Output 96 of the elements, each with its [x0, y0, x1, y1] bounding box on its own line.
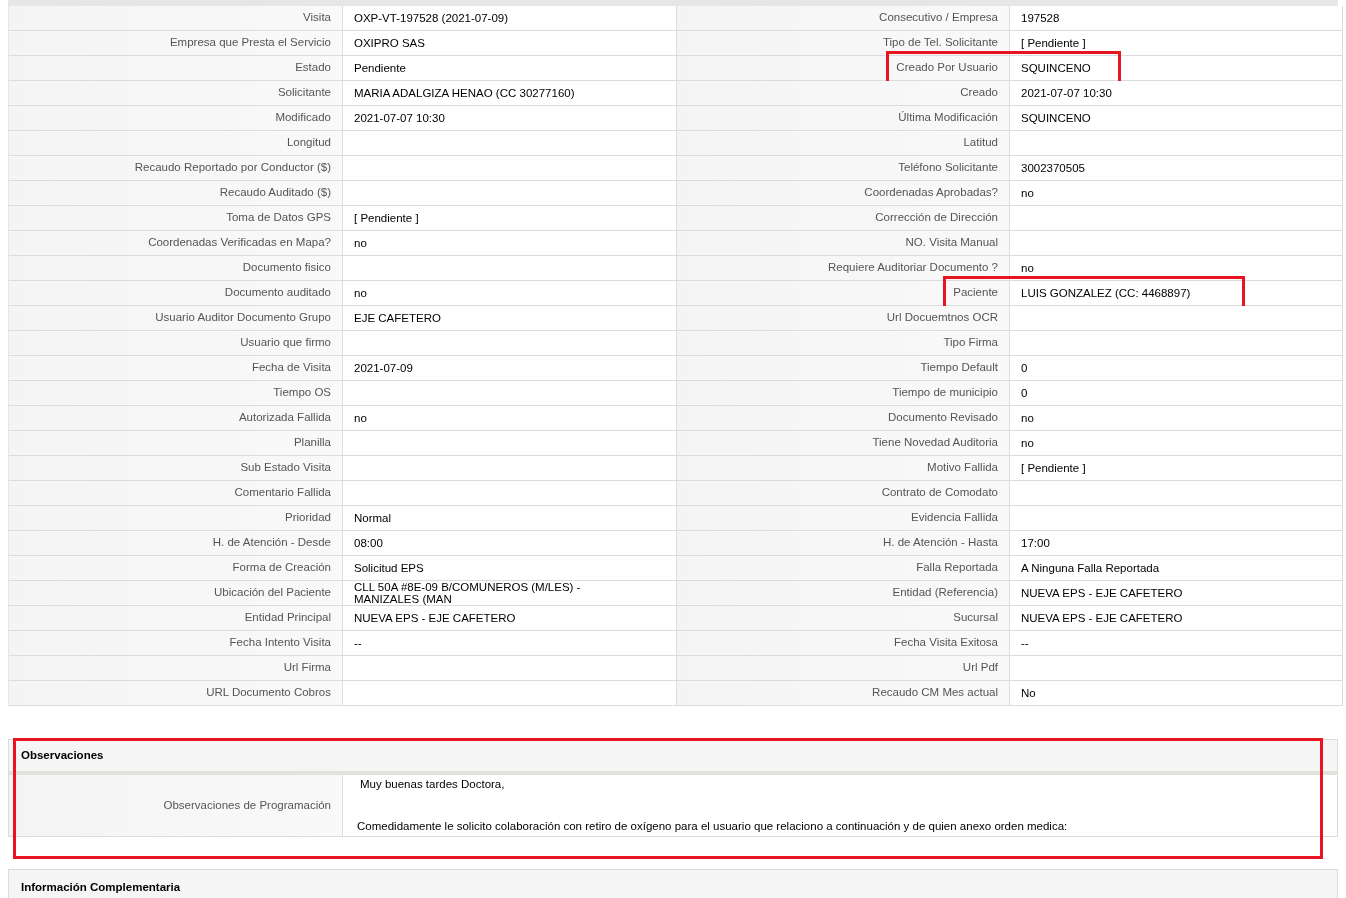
field-value: 197528 [1021, 12, 1060, 24]
field-value: NUEVA EPS - EJE CAFETERO [1021, 587, 1183, 599]
field-label: Entidad Principal [244, 610, 331, 626]
field-label: Creado [960, 85, 998, 101]
field-label: Documento Revisado [888, 410, 998, 426]
field-label: Url Docuemtnos OCR [886, 310, 998, 326]
field-value: [ Pendiente ] [354, 212, 419, 224]
field-label: Prioridad [284, 510, 331, 526]
field-value: Pendiente [354, 62, 406, 74]
field-label: Falla Reportada [916, 560, 998, 576]
field-value: 2021-07-09 [354, 362, 413, 374]
field-label: Sucursal [953, 610, 998, 626]
field-label: H. de Atención - Desde [212, 535, 331, 551]
field-label: Contrato de Comodato [881, 485, 998, 501]
field-label: Fecha Visita Exitosa [894, 635, 998, 651]
field-value: 0 [1021, 362, 1028, 374]
observation-text: Muy buenas tardes Doctora, [359, 777, 506, 792]
field-label: Documento fisico [242, 260, 331, 276]
field-value: 2021-07-07 10:30 [354, 112, 445, 124]
field-value: SQUINCENO [1021, 62, 1091, 74]
field-label: Latitud [963, 135, 998, 151]
field-value: [ Pendiente ] [1021, 462, 1086, 474]
field-label: Empresa que Presta el Servicio [169, 35, 331, 51]
field-value: SQUINCENO [1021, 112, 1091, 124]
field-value: Solicitud EPS [354, 562, 424, 574]
field-value: 0 [1021, 387, 1028, 399]
field-label: Coordenadas Verificadas en Mapa? [148, 235, 331, 251]
field-label: Autorizada Fallida [238, 410, 331, 426]
field-value: EJE CAFETERO [354, 312, 441, 324]
field-value: no [354, 237, 367, 249]
field-label: Usuario Auditor Documento Grupo [155, 310, 331, 326]
field-label: Usuario que firmo [240, 335, 331, 351]
field-value: no [354, 412, 367, 424]
field-label: Estado [295, 60, 331, 76]
field-label: Sub Estado Visita [240, 460, 331, 476]
field-label: Modificado [275, 110, 331, 126]
field-value: -- [354, 637, 362, 649]
field-label: Motivo Fallida [927, 460, 998, 476]
field-label: Recaudo CM Mes actual [872, 685, 998, 701]
field-label: NO. Visita Manual [905, 235, 998, 251]
field-value: NUEVA EPS - EJE CAFETERO [1021, 612, 1183, 624]
field-label: Ubicación del Paciente [214, 585, 331, 601]
field-value: no [1021, 262, 1034, 274]
section-title: Información Complementaria [21, 881, 181, 894]
section-title: Observaciones [21, 747, 104, 763]
field-value: OXIPRO SAS [354, 37, 425, 49]
field-label: Toma de Datos GPS [226, 210, 331, 226]
field-value: no [1021, 412, 1034, 424]
field-label: Entidad (Referencia) [892, 585, 998, 601]
field-value: no [354, 287, 367, 299]
field-label: Visita [303, 10, 331, 26]
field-label: Tiempo OS [273, 385, 331, 401]
field-value: no [1021, 437, 1034, 449]
field-label: Longitud [286, 135, 331, 151]
field-label: Fecha Intento Visita [229, 635, 331, 651]
field-label: Coordenadas Aprobadas? [864, 185, 998, 201]
field-value: [ Pendiente ] [1021, 37, 1086, 49]
field-value: NUEVA EPS - EJE CAFETERO [354, 612, 516, 624]
field-value: 17:00 [1021, 537, 1050, 549]
field-value: 2021-07-07 10:30 [1021, 87, 1112, 99]
field-label: Tiempo Default [920, 360, 998, 376]
field-value: No [1021, 687, 1036, 699]
field-value: LUIS GONZALEZ (CC: 4468897) [1021, 287, 1191, 299]
field-label: URL Documento Cobros [206, 685, 331, 701]
field-label: Documento auditado [224, 285, 331, 301]
field-value: CLL 50A #8E-09 B/COMUNEROS (M/LES) - MANIZALES (MAN [354, 581, 582, 605]
field-label: Corrección de Dirección [875, 210, 998, 226]
field-value: no [1021, 187, 1034, 199]
field-label: Tiene Novedad Auditoria [872, 435, 998, 451]
field-label: Tipo de Tel. Solicitante [882, 35, 998, 51]
field-label: Planilla [293, 435, 331, 451]
field-label: Forma de Creación [232, 560, 331, 576]
field-label: Observaciones de Programación [163, 797, 331, 813]
field-value: MARIA ADALGIZA HENAO (CC 30277160) [354, 87, 575, 99]
field-label: Recaudo Auditado ($) [219, 185, 331, 201]
field-label: Fecha de Visita [251, 360, 331, 376]
field-label: Teléfono Solicitante [898, 160, 998, 176]
field-label: Evidencia Fallida [911, 510, 998, 526]
field-label: Requiere Auditoriar Documento ? [827, 260, 998, 276]
field-value: -- [1021, 637, 1029, 649]
field-label: Solicitante [277, 85, 331, 101]
field-value: OXP-VT-197528 (2021-07-09) [354, 12, 509, 24]
field-value: 3002370505 [1021, 162, 1085, 174]
field-value: Normal [354, 512, 392, 524]
observation-text: Comedidamente le solicito colaboración con retiro de oxígeno para el usuario que relaciono a continuación y de quien anexo orden medica: [357, 818, 1069, 834]
field-label: Última Modificación [898, 110, 998, 126]
field-label: Tipo Firma [943, 335, 998, 351]
field-label: Consecutivo / Empresa [879, 10, 998, 26]
field-label: Comentario Fallida [234, 485, 331, 501]
field-label: Url Firma [283, 660, 331, 676]
field-label: Recaudo Reportado por Conductor ($) [134, 160, 331, 176]
field-label: Tiempo de municipio [892, 385, 998, 401]
field-label: Url Pdf [962, 660, 998, 676]
field-label: H. de Atención - Hasta [882, 535, 998, 551]
field-value: 08:00 [354, 537, 383, 549]
field-value: A Ninguna Falla Reportada [1021, 562, 1160, 574]
